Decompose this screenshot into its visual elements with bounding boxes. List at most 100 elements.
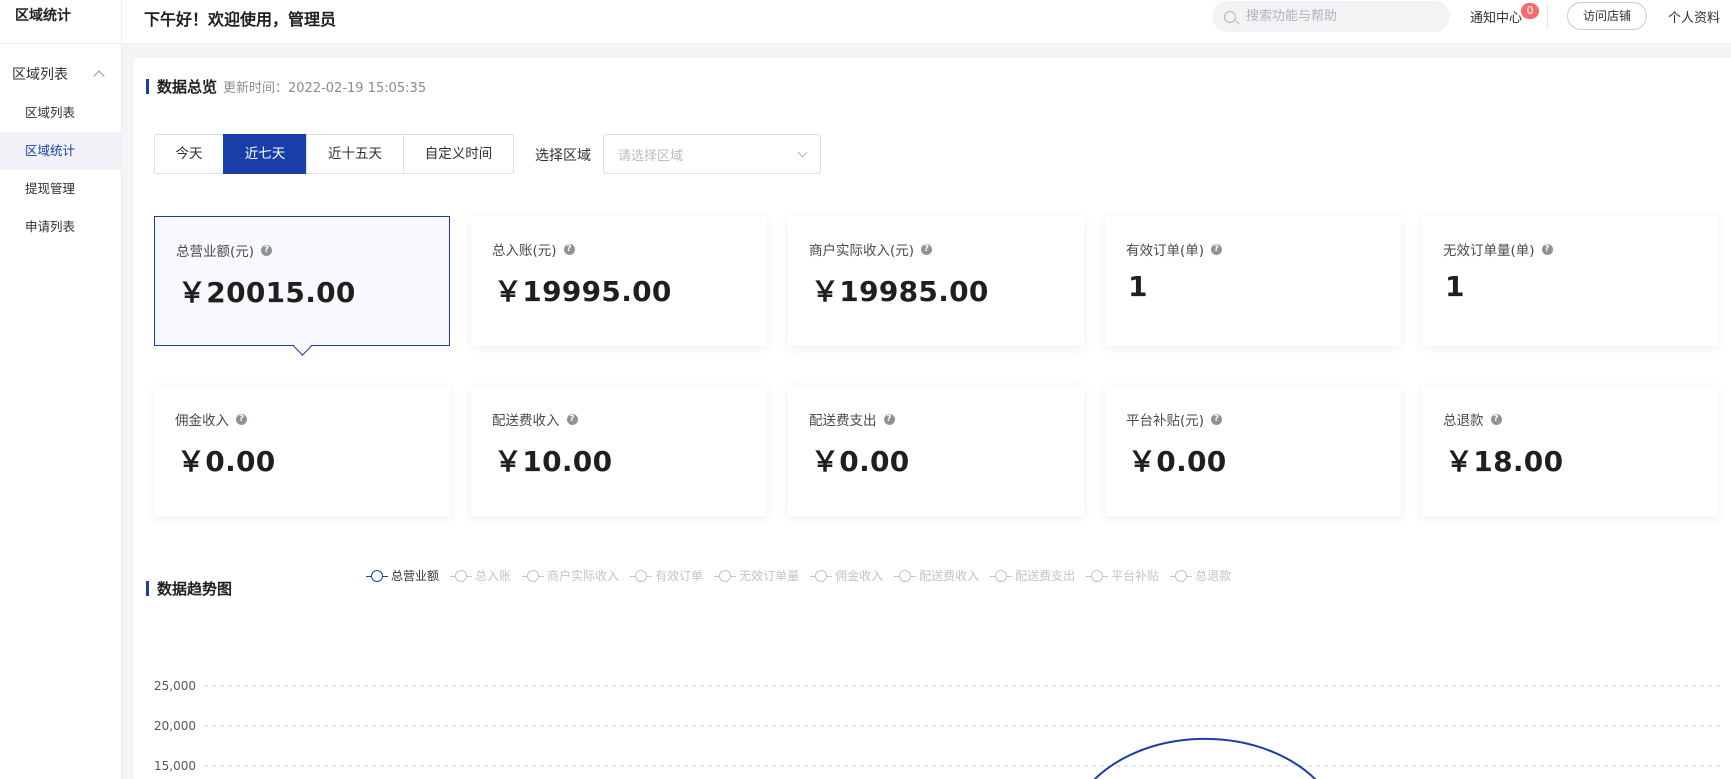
stat-label: 配送费收入 — [492, 413, 560, 429]
help-icon[interactable]: ? — [883, 413, 895, 425]
trend-title: 数据趋势图 — [157, 580, 233, 598]
top-header: 下午好！欢迎使用，管理员 通知中心 0 访问店铺 个人资料 — [122, 0, 1731, 44]
area-select-placeholder: 请选择区域 — [618, 148, 684, 164]
search-box[interactable] — [1212, 1, 1450, 32]
notice-center-link[interactable]: 通知中心 — [1470, 7, 1522, 26]
stat-card-total-income[interactable]: 总入账(元)? ￥19995.00 — [471, 216, 767, 346]
stat-label: 无效订单量(单) — [1443, 243, 1535, 259]
legend-label: 总退款 — [1195, 569, 1232, 583]
stat-value: ￥10.00 — [494, 445, 613, 478]
sidebar-item-region-list[interactable]: 区域列表 — [0, 94, 121, 132]
stat-card-delivery-income[interactable]: 配送费收入? ￥10.00 — [471, 386, 767, 516]
stat-label: 总入账(元) — [492, 243, 557, 259]
legend-label: 有效订单 — [655, 569, 704, 583]
stat-value: 1 — [1128, 270, 1148, 303]
y-tick-label: 15,000 — [154, 759, 196, 773]
sidebar-item-withdraw[interactable]: 提现管理 — [0, 170, 121, 208]
legend-marker-icon — [990, 569, 1013, 582]
chevron-down-icon — [797, 147, 808, 157]
stat-label: 有效订单(单) — [1126, 243, 1205, 259]
range-custom-button[interactable]: 自定义时间 — [403, 134, 514, 174]
legend-item[interactable]: 总营业额 — [366, 567, 439, 584]
legend-marker-icon — [714, 569, 737, 582]
legend-label: 无效订单量 — [739, 569, 800, 583]
help-icon[interactable]: ? — [1541, 243, 1553, 255]
help-icon[interactable]: ? — [921, 243, 933, 255]
legend-item[interactable]: 佣金收入 — [810, 567, 883, 584]
sidebar-item-applications[interactable]: 申请列表 — [0, 208, 121, 246]
help-icon[interactable]: ? — [563, 243, 575, 255]
sidebar-group-label: 区域列表 — [12, 67, 68, 83]
range-7days-button[interactable]: 近七天 — [223, 134, 307, 174]
legend-item[interactable]: 平台补贴 — [1086, 567, 1159, 584]
help-icon[interactable]: ? — [1211, 413, 1223, 425]
legend-label: 总营业额 — [391, 569, 440, 583]
legend-label: 配送费收入 — [919, 569, 980, 583]
stat-label: 配送费支出 — [809, 413, 877, 429]
visit-store-button[interactable]: 访问店铺 — [1567, 2, 1647, 30]
stat-value: ￥19985.00 — [811, 275, 989, 308]
legend-label: 佣金收入 — [835, 569, 884, 583]
stat-value: ￥0.00 — [177, 445, 276, 478]
stat-card-commission[interactable]: 佣金收入? ￥0.00 — [154, 386, 450, 516]
legend-label: 商户实际收入 — [547, 569, 620, 583]
legend-item[interactable]: 无效订单量 — [714, 567, 799, 584]
stat-card-invalid-orders[interactable]: 无效订单量(单)? 1 — [1422, 216, 1718, 346]
range-today-button[interactable]: 今天 — [154, 134, 224, 174]
sidebar: 区域统计 区域列表 区域列表 区域统计 提现管理 申请列表 — [0, 0, 122, 779]
stat-label: 佣金收入 — [175, 413, 229, 429]
search-icon — [1224, 10, 1236, 23]
chevron-up-icon — [93, 70, 105, 82]
stat-label: 总退款 — [1443, 413, 1484, 429]
legend-label: 配送费支出 — [1015, 569, 1076, 583]
profile-link[interactable]: 个人资料 — [1668, 7, 1720, 26]
legend-marker-icon — [1170, 569, 1193, 582]
legend-label: 总入账 — [475, 569, 512, 583]
overview-header: 数据总览 更新时间：2022-02-19 15:05:35 — [146, 76, 426, 97]
help-icon[interactable]: ? — [261, 244, 273, 256]
area-select-label: 选择区域 — [535, 148, 591, 164]
notice-badge: 0 — [1521, 3, 1539, 19]
range-15days-button[interactable]: 近十五天 — [306, 134, 404, 174]
date-range-group: 今天 近七天 近十五天 自定义时间 — [154, 134, 514, 174]
legend-marker-icon — [810, 569, 833, 582]
stat-card-platform-subsidy[interactable]: 平台补贴(元)? ￥0.00 — [1105, 386, 1401, 516]
update-time: 更新时间：2022-02-19 15:05:35 — [223, 81, 427, 96]
series-line-total-revenue — [1093, 737, 1317, 779]
search-input[interactable] — [1244, 8, 1438, 25]
stat-card-delivery-expense[interactable]: 配送费支出? ￥0.00 — [788, 386, 1084, 516]
stat-value: ￥0.00 — [1128, 445, 1227, 478]
chart-grid — [204, 685, 1724, 767]
area-select[interactable]: 请选择区域 — [603, 134, 821, 174]
stat-value: ￥0.00 — [811, 445, 910, 478]
help-icon[interactable]: ? — [1211, 243, 1223, 255]
chart-legend: 总营业额 总入账 商户实际收入 有效订单 无效订单量 佣金收入 配送费收入 配送… — [366, 567, 1242, 584]
title-accent-bar — [146, 581, 149, 596]
trend-chart: 25,000 20,000 15,000 — [154, 679, 1724, 779]
stat-card-total-revenue[interactable]: 总营业额(元)? ￥20015.00 — [154, 216, 450, 346]
legend-label: 平台补贴 — [1111, 569, 1160, 583]
y-tick-label: 20,000 — [154, 719, 196, 733]
y-axis-ticks: 25,000 20,000 15,000 — [154, 679, 196, 773]
stat-card-total-refund[interactable]: 总退款? ￥18.00 — [1422, 386, 1718, 516]
stat-value: 1 — [1445, 270, 1465, 303]
help-icon[interactable]: ? — [566, 413, 578, 425]
legend-marker-icon — [522, 569, 545, 582]
stat-label: 平台补贴(元) — [1126, 413, 1205, 429]
stat-card-merchant-income[interactable]: 商户实际收入(元)? ￥19985.00 — [788, 216, 1084, 346]
stat-value: ￥19995.00 — [494, 275, 672, 308]
trend-header: 数据趋势图 — [146, 578, 232, 599]
sidebar-group-region-list[interactable]: 区域列表 — [0, 54, 121, 94]
legend-item[interactable]: 配送费收入 — [894, 567, 979, 584]
legend-item[interactable]: 有效订单 — [630, 567, 703, 584]
help-icon[interactable]: ? — [236, 413, 247, 425]
stat-card-valid-orders[interactable]: 有效订单(单)? 1 — [1105, 216, 1401, 346]
legend-item[interactable]: 商户实际收入 — [522, 567, 619, 584]
legend-item[interactable]: 配送费支出 — [990, 567, 1075, 584]
help-icon[interactable]: ? — [1490, 413, 1502, 425]
sidebar-item-region-stats[interactable]: 区域统计 — [0, 132, 121, 170]
legend-item[interactable]: 总退款 — [1170, 567, 1231, 584]
legend-marker-icon — [1086, 569, 1109, 582]
legend-item[interactable]: 总入账 — [450, 567, 511, 584]
chart-series — [1093, 737, 1317, 779]
